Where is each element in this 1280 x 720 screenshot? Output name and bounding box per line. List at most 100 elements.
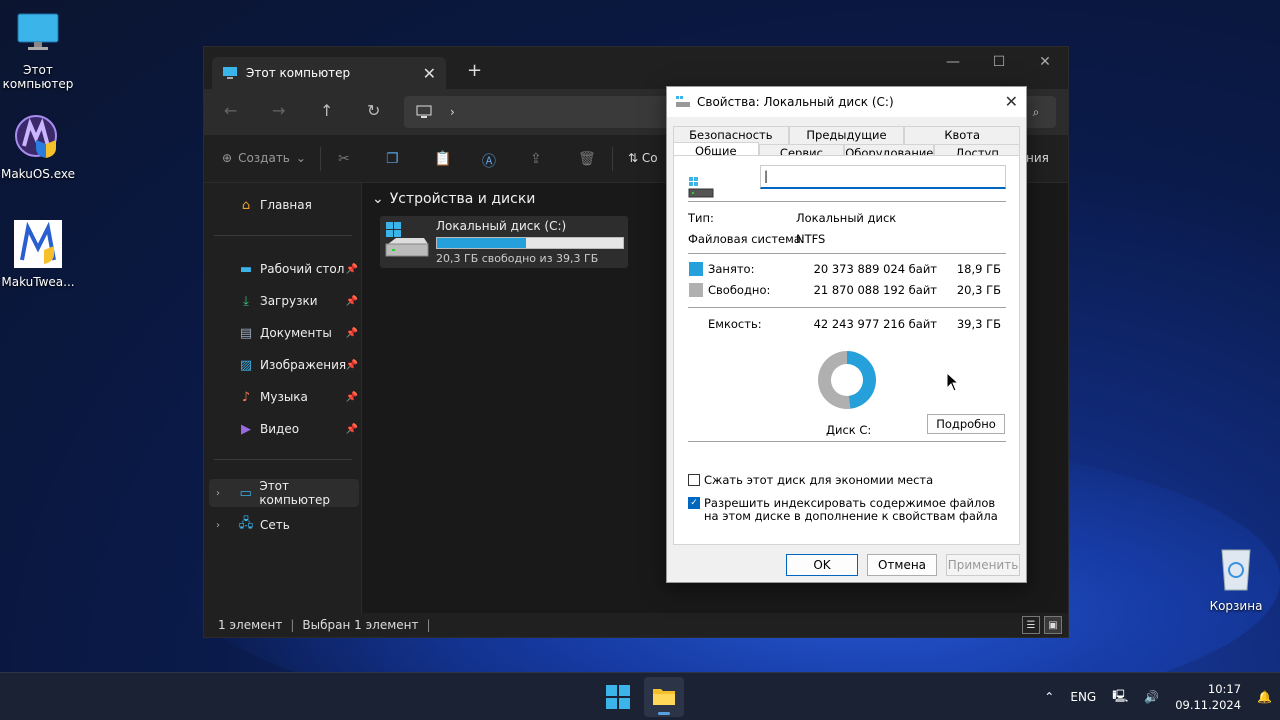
details-view-icon[interactable]: ☰ <box>1022 616 1040 634</box>
tiles-view-icon[interactable]: ▣ <box>1044 616 1062 634</box>
language-indicator[interactable]: ENG <box>1070 690 1096 704</box>
sidebar-item-home[interactable]: ⌂ Главная <box>204 191 362 219</box>
sidebar-item-label: Изображения <box>260 358 347 372</box>
sidebar-item-downloads[interactable]: ⤓ Загрузки 📌 <box>204 287 362 315</box>
sidebar-item-documents[interactable]: ▤ Документы 📌 <box>204 319 362 347</box>
close-tab-icon[interactable]: ✕ <box>423 64 436 83</box>
drive-free-space: 20,3 ГБ свободно из 39,3 ГБ <box>436 252 599 265</box>
drive-tile-c[interactable]: Локальный диск (C:) 20,3 ГБ свободно из … <box>380 216 628 268</box>
sidebar-item-pictures[interactable]: ▨ Изображения 📌 <box>204 351 362 379</box>
chevron-down-icon: ⌄ <box>372 191 384 207</box>
sidebar-item-label: Музыка <box>260 390 308 404</box>
notification-icon[interactable]: 🔔 <box>1257 690 1272 704</box>
desktop-icon-makuos[interactable]: MakuOS.exe <box>0 112 76 181</box>
file-explorer-taskbar-button[interactable] <box>644 677 684 717</box>
view-menu-label[interactable]: ния <box>1026 151 1049 165</box>
rename-icon[interactable]: Ⓐ <box>482 151 496 171</box>
create-label: Создать <box>238 151 290 165</box>
sidebar-item-desktop[interactable]: ▬ Рабочий стол 📌 <box>204 255 362 283</box>
desktop-icon-this-pc[interactable]: Этот компьютер <box>0 8 76 91</box>
volume-name-input[interactable]: | <box>760 165 1006 189</box>
hard-drive-icon <box>688 177 714 198</box>
apply-button[interactable]: Применить <box>946 554 1020 576</box>
selection-count: Выбран 1 элемент <box>302 618 419 632</box>
tab-this-pc[interactable]: Этот компьютер ✕ <box>212 57 446 89</box>
compress-label: Сжать этот диск для экономии места <box>704 473 934 487</box>
makutweaker-app-icon <box>14 220 62 268</box>
maximize-button[interactable]: ☐ <box>976 47 1022 77</box>
cancel-button[interactable]: Отмена <box>867 554 937 576</box>
forward-arrow-icon[interactable]: → <box>272 101 285 120</box>
clock[interactable]: 10:17 09.11.2024 <box>1175 681 1241 713</box>
network-icon[interactable]: 🖳 <box>1112 687 1128 708</box>
free-gb: 20,3 ГБ <box>956 283 1001 297</box>
desktop-icon-recycle-bin[interactable]: Корзина <box>1198 544 1274 613</box>
free-label: Свободно: <box>708 283 771 297</box>
back-arrow-icon[interactable]: ← <box>224 101 237 120</box>
hard-drive-icon <box>385 222 429 257</box>
index-checkbox[interactable]: ✓ <box>688 497 700 509</box>
desktop-icon-label: MakuTwea... <box>1 275 75 289</box>
sidebar-item-videos[interactable]: ▶ Видео 📌 <box>204 415 362 443</box>
title-bar: Этот компьютер ✕ + — ☐ ✕ <box>204 47 1068 89</box>
tab-quota[interactable]: Квота <box>904 126 1021 144</box>
volume-icon[interactable]: 🔊 <box>1144 690 1159 704</box>
free-bytes: 21 870 088 192 байт <box>813 283 937 297</box>
drive-usage-fill <box>437 238 527 248</box>
section-header[interactable]: ⌄ Устройства и диски <box>372 191 535 207</box>
used-bytes: 20 373 889 024 байт <box>813 262 937 276</box>
pin-icon: 📌 <box>345 391 358 403</box>
refresh-icon[interactable]: ↻ <box>367 101 380 120</box>
chevron-right-icon[interactable]: › <box>216 520 220 531</box>
breadcrumb-chevron-icon[interactable]: › <box>450 105 455 119</box>
ok-button[interactable]: OK <box>786 554 858 576</box>
disk-usage-donut <box>818 351 876 409</box>
close-icon[interactable]: ✕ <box>1005 92 1018 111</box>
desktop-icon-makutweaker[interactable]: MakuTwea... <box>0 220 76 289</box>
sidebar-item-network[interactable]: › 🖧 Сеть <box>204 511 362 539</box>
details-button[interactable]: Подробно <box>927 414 1005 434</box>
chevron-up-icon[interactable]: ⌃ <box>1044 690 1054 704</box>
music-icon: ♪ <box>241 389 251 405</box>
status-divider: | <box>290 618 295 632</box>
type-value: Локальный диск <box>796 211 897 225</box>
divider <box>688 201 1006 202</box>
sort-label: Со <box>641 151 658 165</box>
share-icon[interactable]: ⇪ <box>530 151 542 167</box>
sidebar-item-label: Видео <box>260 422 300 436</box>
toolbar-divider <box>320 147 321 171</box>
taskbar: ⌃ ENG 🖳 🔊 10:17 09.11.2024 🔔 <box>0 672 1280 720</box>
active-indicator <box>658 712 670 715</box>
sidebar-item-label: Главная <box>260 198 312 212</box>
close-window-button[interactable]: ✕ <box>1022 47 1068 77</box>
used-label: Занято: <box>708 262 755 276</box>
used-gb: 18,9 ГБ <box>956 262 1001 276</box>
compress-checkbox[interactable] <box>688 474 700 486</box>
minimize-button[interactable]: — <box>930 47 976 77</box>
tab-previous-versions[interactable]: Предыдущие версии <box>788 126 905 159</box>
desktop-icon-label: Этот компьютер <box>2 63 74 91</box>
create-button[interactable]: ⊕ Создать ⌄ <box>222 151 306 165</box>
chevron-right-icon[interactable]: › <box>216 488 220 499</box>
makuos-app-icon <box>15 115 57 158</box>
pin-icon: 📌 <box>345 359 358 371</box>
copy-icon[interactable]: ❐ <box>386 151 399 167</box>
address-bar[interactable]: › <box>404 96 704 128</box>
up-arrow-icon[interactable]: ↑ <box>320 101 333 120</box>
pin-icon: 📌 <box>345 423 358 435</box>
cut-icon[interactable]: ✂ <box>338 151 350 167</box>
sidebar-item-this-pc[interactable]: › ▭ Этот компьютер <box>209 479 359 507</box>
new-tab-button[interactable]: + <box>467 60 482 81</box>
sidebar-item-music[interactable]: ♪ Музыка 📌 <box>204 383 362 411</box>
plus-circle-icon: ⊕ <box>222 151 233 165</box>
paste-icon[interactable]: 📋 <box>434 151 451 167</box>
sidebar-item-label: Загрузки <box>260 294 318 308</box>
status-divider: | <box>426 618 431 632</box>
network-icon: 🖧 <box>238 516 254 531</box>
picture-icon: ▨ <box>239 357 253 373</box>
sort-button[interactable]: ⇅ Со <box>628 151 658 165</box>
sidebar-item-label: Рабочий стол <box>260 262 345 276</box>
windows-start-icon[interactable] <box>606 685 630 709</box>
delete-icon[interactable]: 🗑 <box>578 151 596 167</box>
type-label: Тип: <box>688 211 714 225</box>
